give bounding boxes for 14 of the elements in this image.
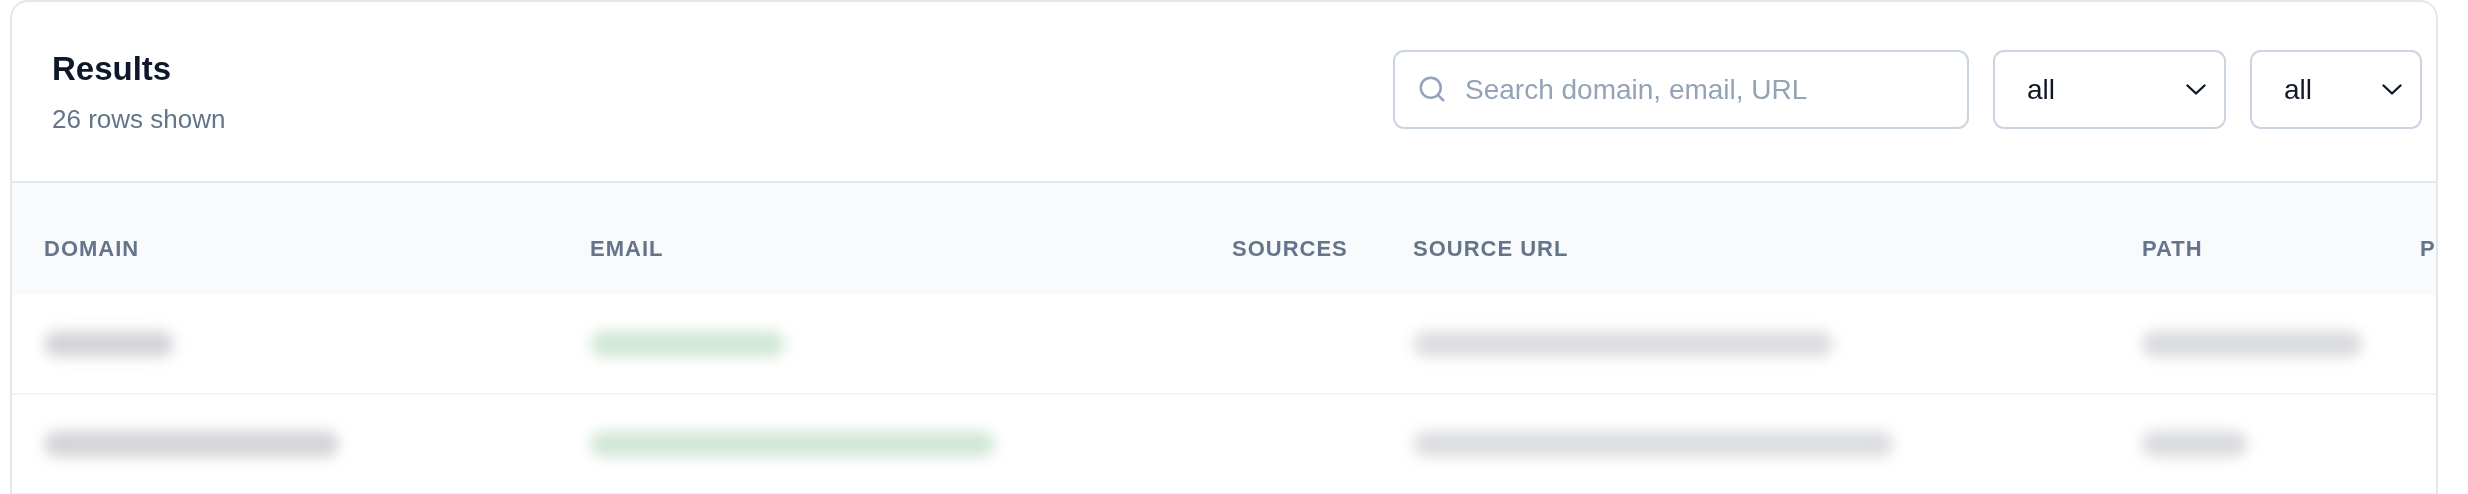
column-header: EMAIL <box>589 236 665 262</box>
filter-dropdown[interactable]: all <box>1993 50 2226 129</box>
search-field[interactable]: Search domain, email, URL <box>1393 50 1969 129</box>
results-title: Results <box>52 50 173 88</box>
column-header: SOURCE URL <box>1412 236 1570 262</box>
filter-dropdown[interactable]: all <box>2250 50 2422 129</box>
chevron-down-icon <box>2186 84 2206 95</box>
rows-count: 26 rows shown <box>52 104 226 135</box>
column-header: DOMAIN <box>43 236 141 262</box>
column-header: SOURCES <box>1231 236 1349 262</box>
column-header: PATH <box>2141 236 2204 262</box>
search-icon <box>1417 74 1447 104</box>
column-header: P <box>2419 236 2436 262</box>
chevron-down-icon <box>2382 84 2402 95</box>
